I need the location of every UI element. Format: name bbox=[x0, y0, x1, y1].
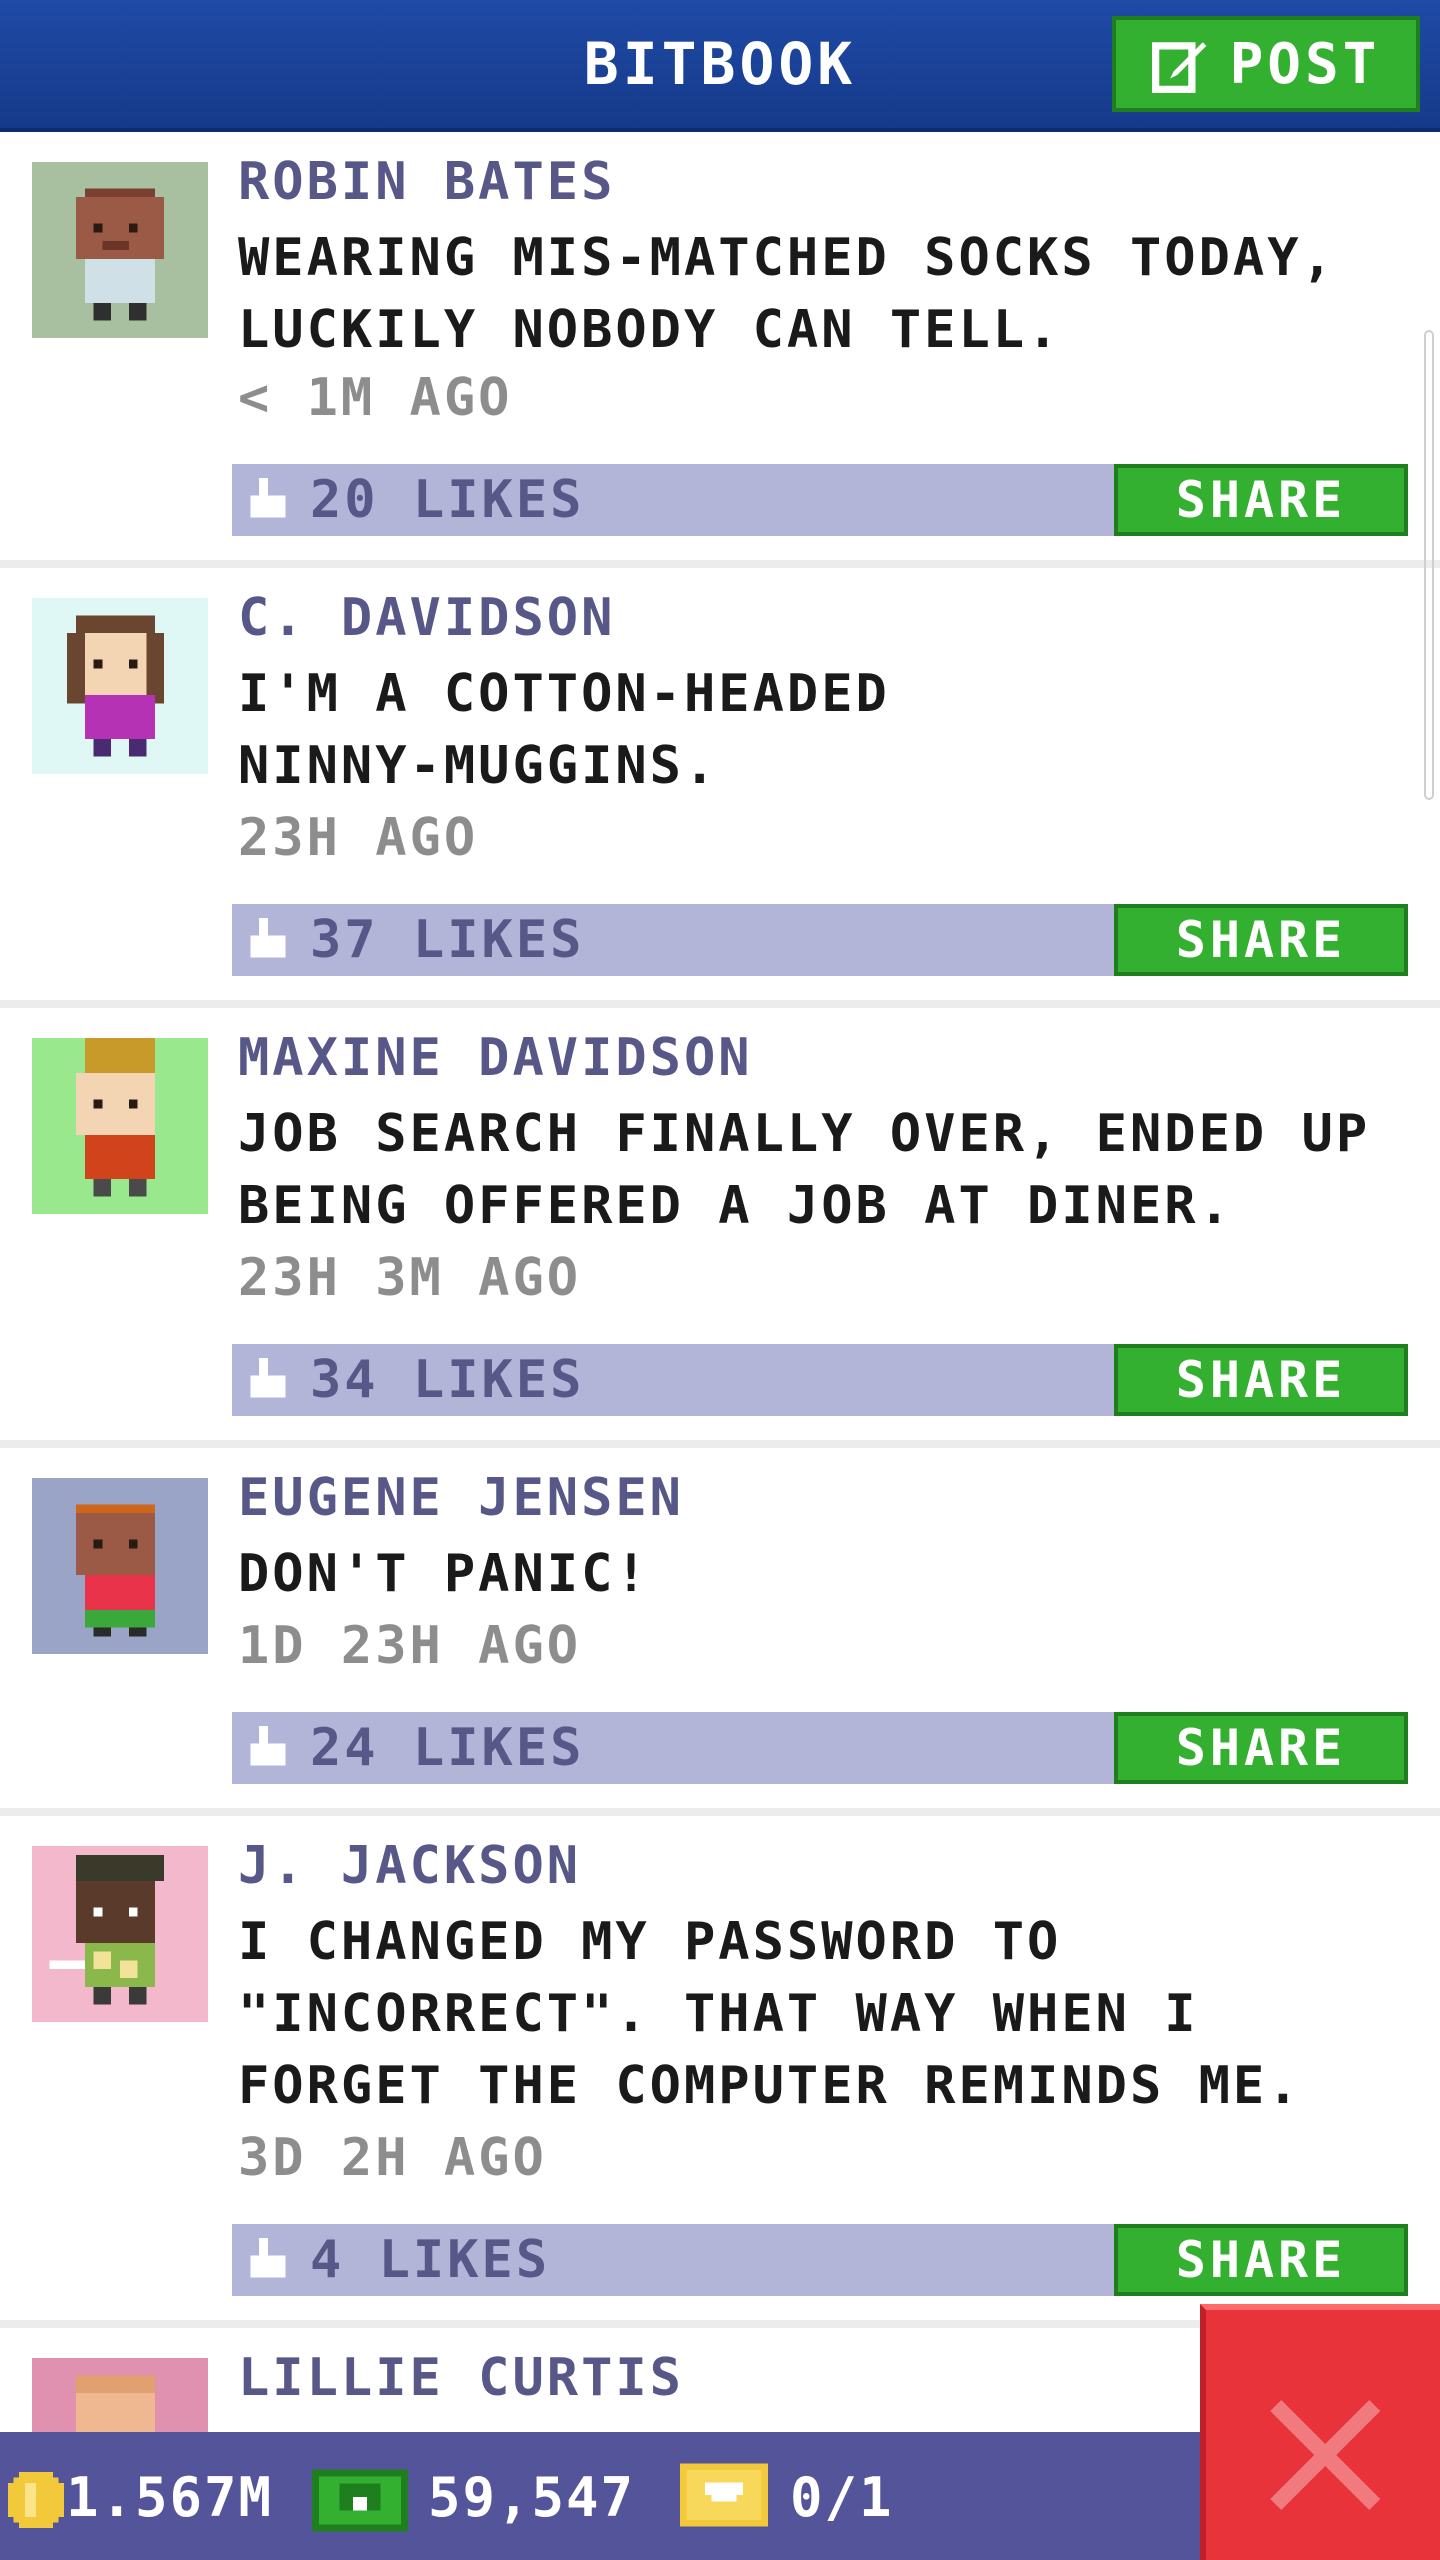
avatar-icon bbox=[32, 1478, 208, 1654]
likes-bar: 4 LIKES SHARE bbox=[232, 2224, 1408, 2296]
likes-bar: 37 LIKES SHARE bbox=[232, 904, 1408, 976]
cash-icon bbox=[312, 2469, 408, 2532]
likes-count: 4 LIKES bbox=[310, 2230, 551, 2290]
feed-post: EUGENE JENSEN DON'T PANIC! 1D 23H AGO 24… bbox=[0, 1448, 1440, 1816]
avatar[interactable] bbox=[32, 1038, 208, 1214]
close-button[interactable] bbox=[1200, 2304, 1440, 2560]
feed-post: J. JACKSON I CHANGED MY PASSWORD TO "INC… bbox=[0, 1816, 1440, 2328]
scrollbar[interactable] bbox=[1424, 330, 1434, 800]
thumbs-up-icon[interactable] bbox=[246, 478, 290, 522]
likes-bar: 20 LIKES SHARE bbox=[232, 464, 1408, 536]
compose-icon bbox=[1151, 42, 1206, 93]
post-time: 1D 23H AGO bbox=[238, 1616, 582, 1676]
post-author[interactable]: J. JACKSON bbox=[238, 1836, 581, 1896]
likes-count: 24 LIKES bbox=[310, 1718, 585, 1778]
avatar[interactable] bbox=[32, 598, 208, 774]
post-author[interactable]: C. DAVIDSON bbox=[238, 588, 615, 648]
coins-count: 1.567M bbox=[66, 2466, 274, 2529]
post-button-label: POST bbox=[1229, 31, 1381, 97]
avatar[interactable] bbox=[32, 2358, 208, 2432]
coin-icon bbox=[8, 2472, 64, 2528]
post-button[interactable]: POST bbox=[1112, 16, 1420, 112]
likes-bar: 24 LIKES SHARE bbox=[232, 1712, 1408, 1784]
avatar-icon bbox=[32, 1846, 208, 2022]
avatar[interactable] bbox=[32, 1478, 208, 1654]
thumbs-up-icon[interactable] bbox=[246, 918, 290, 962]
avatar-icon bbox=[32, 162, 208, 338]
post-author[interactable]: LILLIE CURTIS bbox=[238, 2348, 684, 2408]
likes-bar: 34 LIKES SHARE bbox=[232, 1344, 1408, 1416]
likes-count: 34 LIKES bbox=[310, 1350, 585, 1410]
post-text: WEARING MIS-MATCHED SOCKS TODAY, LUCKILY… bbox=[238, 228, 1336, 360]
avatar[interactable] bbox=[32, 162, 208, 338]
post-author[interactable]: MAXINE DAVIDSON bbox=[238, 1028, 753, 1088]
share-button[interactable]: SHARE bbox=[1114, 1712, 1408, 1784]
close-icon bbox=[1270, 2400, 1380, 2510]
avatar[interactable] bbox=[32, 1846, 208, 2022]
avatar-icon bbox=[32, 2358, 208, 2432]
likes-count: 37 LIKES bbox=[310, 910, 585, 970]
share-button[interactable]: SHARE bbox=[1114, 904, 1408, 976]
cash-count: 59,547 bbox=[428, 2466, 636, 2529]
post-text: I'M A COTTON-HEADED NINNY-MUGGINS. bbox=[238, 664, 890, 796]
post-text: I CHANGED MY PASSWORD TO "INCORRECT". TH… bbox=[238, 1912, 1302, 2116]
post-author[interactable]: EUGENE JENSEN bbox=[238, 1468, 684, 1528]
avatar-icon bbox=[32, 1038, 208, 1214]
post-time: 3D 2H AGO bbox=[238, 2128, 547, 2188]
avatar-icon bbox=[32, 598, 208, 774]
share-button[interactable]: SHARE bbox=[1114, 2224, 1408, 2296]
post-author[interactable]: ROBIN BATES bbox=[238, 152, 615, 212]
feed-post: MAXINE DAVIDSON JOB SEARCH FINALLY OVER,… bbox=[0, 1008, 1440, 1448]
post-time: 23H 3M AGO bbox=[238, 1248, 582, 1308]
tickets-count: 0/1 bbox=[790, 2466, 894, 2529]
app-header: BITBOOK POST bbox=[0, 0, 1440, 132]
share-button[interactable]: SHARE bbox=[1114, 464, 1408, 536]
thumbs-up-icon[interactable] bbox=[246, 1358, 290, 1402]
feed-post: C. DAVIDSON I'M A COTTON-HEADED NINNY-MU… bbox=[0, 568, 1440, 1008]
feed-post: ROBIN BATES WEARING MIS-MATCHED SOCKS TO… bbox=[0, 132, 1440, 568]
post-text: JOB SEARCH FINALLY OVER, ENDED UP BEING … bbox=[238, 1104, 1371, 1236]
post-text: DON'T PANIC! bbox=[238, 1544, 650, 1604]
share-button[interactable]: SHARE bbox=[1114, 1344, 1408, 1416]
post-time: < 1M AGO bbox=[238, 368, 513, 428]
likes-count: 20 LIKES bbox=[310, 470, 585, 530]
thumbs-up-icon[interactable] bbox=[246, 1726, 290, 1770]
ticket-icon bbox=[680, 2463, 768, 2527]
thumbs-up-icon[interactable] bbox=[246, 2238, 290, 2282]
post-time: 23H AGO bbox=[238, 808, 479, 868]
